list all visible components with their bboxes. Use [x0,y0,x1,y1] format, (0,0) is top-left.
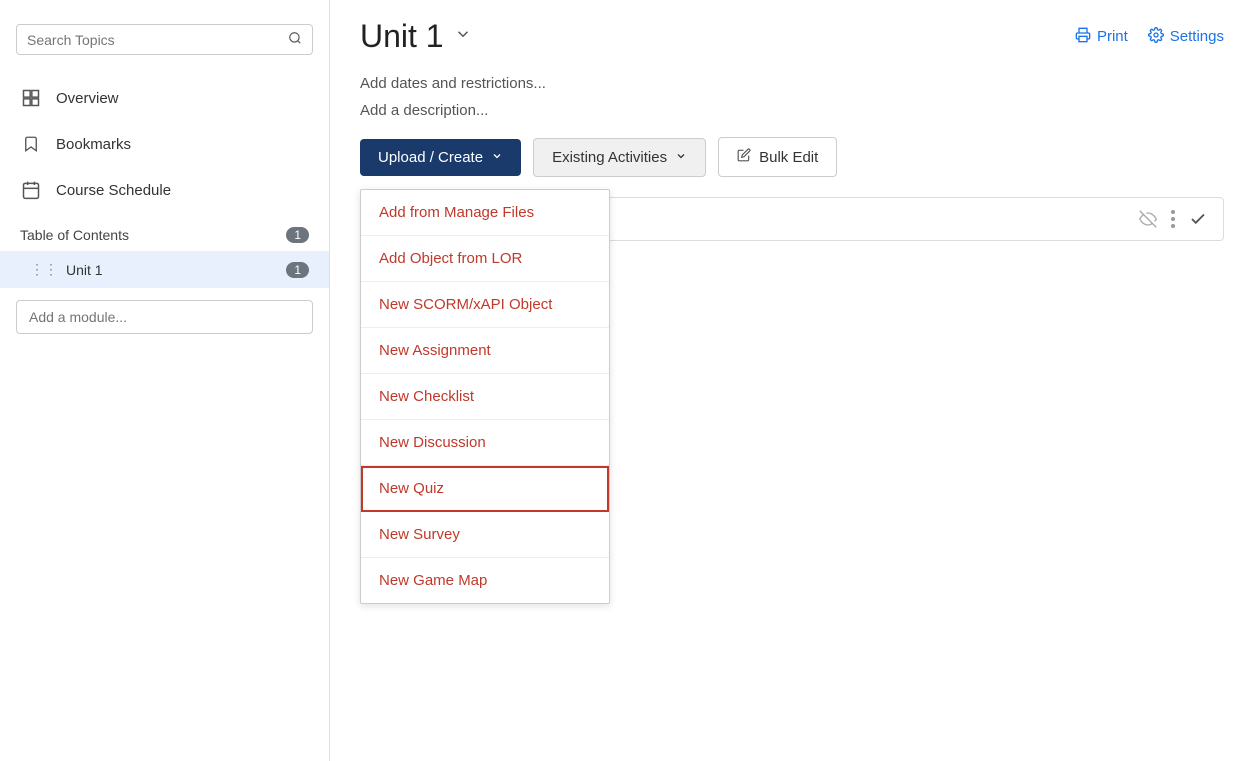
toc-item-unit1-badge: 1 [286,262,309,278]
main-content: Unit 1 Print [330,0,1254,761]
complete-button[interactable] [1189,210,1207,228]
dropdown-item-add-object-from-lor[interactable]: Add Object from LOR [361,236,609,282]
upload-create-button[interactable]: Upload / Create [360,139,521,176]
upload-create-label: Upload / Create [378,149,483,166]
toc-item-unit1[interactable]: ⋮⋮ Unit 1 1 [0,251,329,288]
print-button[interactable]: Print [1075,27,1128,47]
add-dates-link[interactable]: Add dates and restrictions... [360,75,1224,92]
overview-icon [20,87,42,109]
page-title-row: Unit 1 [360,18,472,55]
title-chevron-icon[interactable] [454,25,472,48]
search-box[interactable] [16,24,313,55]
toc-item-unit1-label: Unit 1 [66,262,103,278]
dropdown-item-new-survey[interactable]: New Survey [361,512,609,558]
print-label: Print [1097,28,1128,45]
bulk-edit-button[interactable]: Bulk Edit [718,137,837,177]
toc-label: Table of Contents [20,227,129,243]
print-icon [1075,27,1091,47]
dropdown-item-new-game-map[interactable]: New Game Map [361,558,609,603]
calendar-icon [20,179,42,201]
existing-activities-chevron-icon [675,149,687,166]
visibility-toggle-button[interactable] [1139,210,1157,228]
dropdown-item-new-scorm[interactable]: New SCORM/xAPI Object [361,282,609,328]
bulk-edit-icon [737,148,751,166]
upload-create-chevron-icon [491,149,503,166]
dropdown-item-new-discussion[interactable]: New Discussion [361,420,609,466]
sidebar-item-course-schedule-label: Course Schedule [56,182,171,199]
sidebar-item-bookmarks-label: Bookmarks [56,136,131,153]
content-area: Add dates and restrictions... Add a desc… [330,65,1254,761]
search-input[interactable] [27,32,288,48]
existing-activities-button[interactable]: Existing Activities [533,138,706,177]
unit-row-actions [1139,210,1207,228]
dropdown-item-new-checklist[interactable]: New Checklist [361,374,609,420]
add-description-link[interactable]: Add a description... [360,102,1224,119]
existing-activities-label: Existing Activities [552,149,667,166]
search-icon [288,31,302,48]
drag-icon: ⋮⋮ [30,261,58,278]
add-module-input[interactable] [16,300,313,334]
bulk-edit-label: Bulk Edit [759,149,818,166]
toc-header: Table of Contents 1 [0,213,329,251]
sidebar-item-overview[interactable]: Overview [0,75,329,121]
sidebar: Overview Bookmarks Course Schedule Table… [0,0,330,761]
settings-button[interactable]: Settings [1148,27,1224,47]
settings-icon [1148,27,1164,47]
toc-badge: 1 [286,227,309,243]
dropdown-item-new-assignment[interactable]: New Assignment [361,328,609,374]
top-actions: Print Settings [1075,27,1224,47]
page-title: Unit 1 [360,18,444,55]
sidebar-item-bookmarks[interactable]: Bookmarks [0,121,329,167]
top-bar: Unit 1 Print [330,0,1254,65]
sidebar-item-course-schedule[interactable]: Course Schedule [0,167,329,213]
sidebar-item-overview-label: Overview [56,90,119,107]
dropdown-item-new-quiz[interactable]: New Quiz [361,466,609,512]
more-options-button[interactable] [1171,210,1175,228]
toc-item-unit1-left: ⋮⋮ Unit 1 [30,261,103,278]
toolbar-row: Upload / Create Existing Activities [360,137,1224,177]
upload-create-dropdown: Add from Manage Files Add Object from LO… [360,189,610,604]
bookmark-icon [20,133,42,155]
settings-label: Settings [1170,28,1224,45]
dropdown-item-add-from-manage-files[interactable]: Add from Manage Files [361,190,609,236]
